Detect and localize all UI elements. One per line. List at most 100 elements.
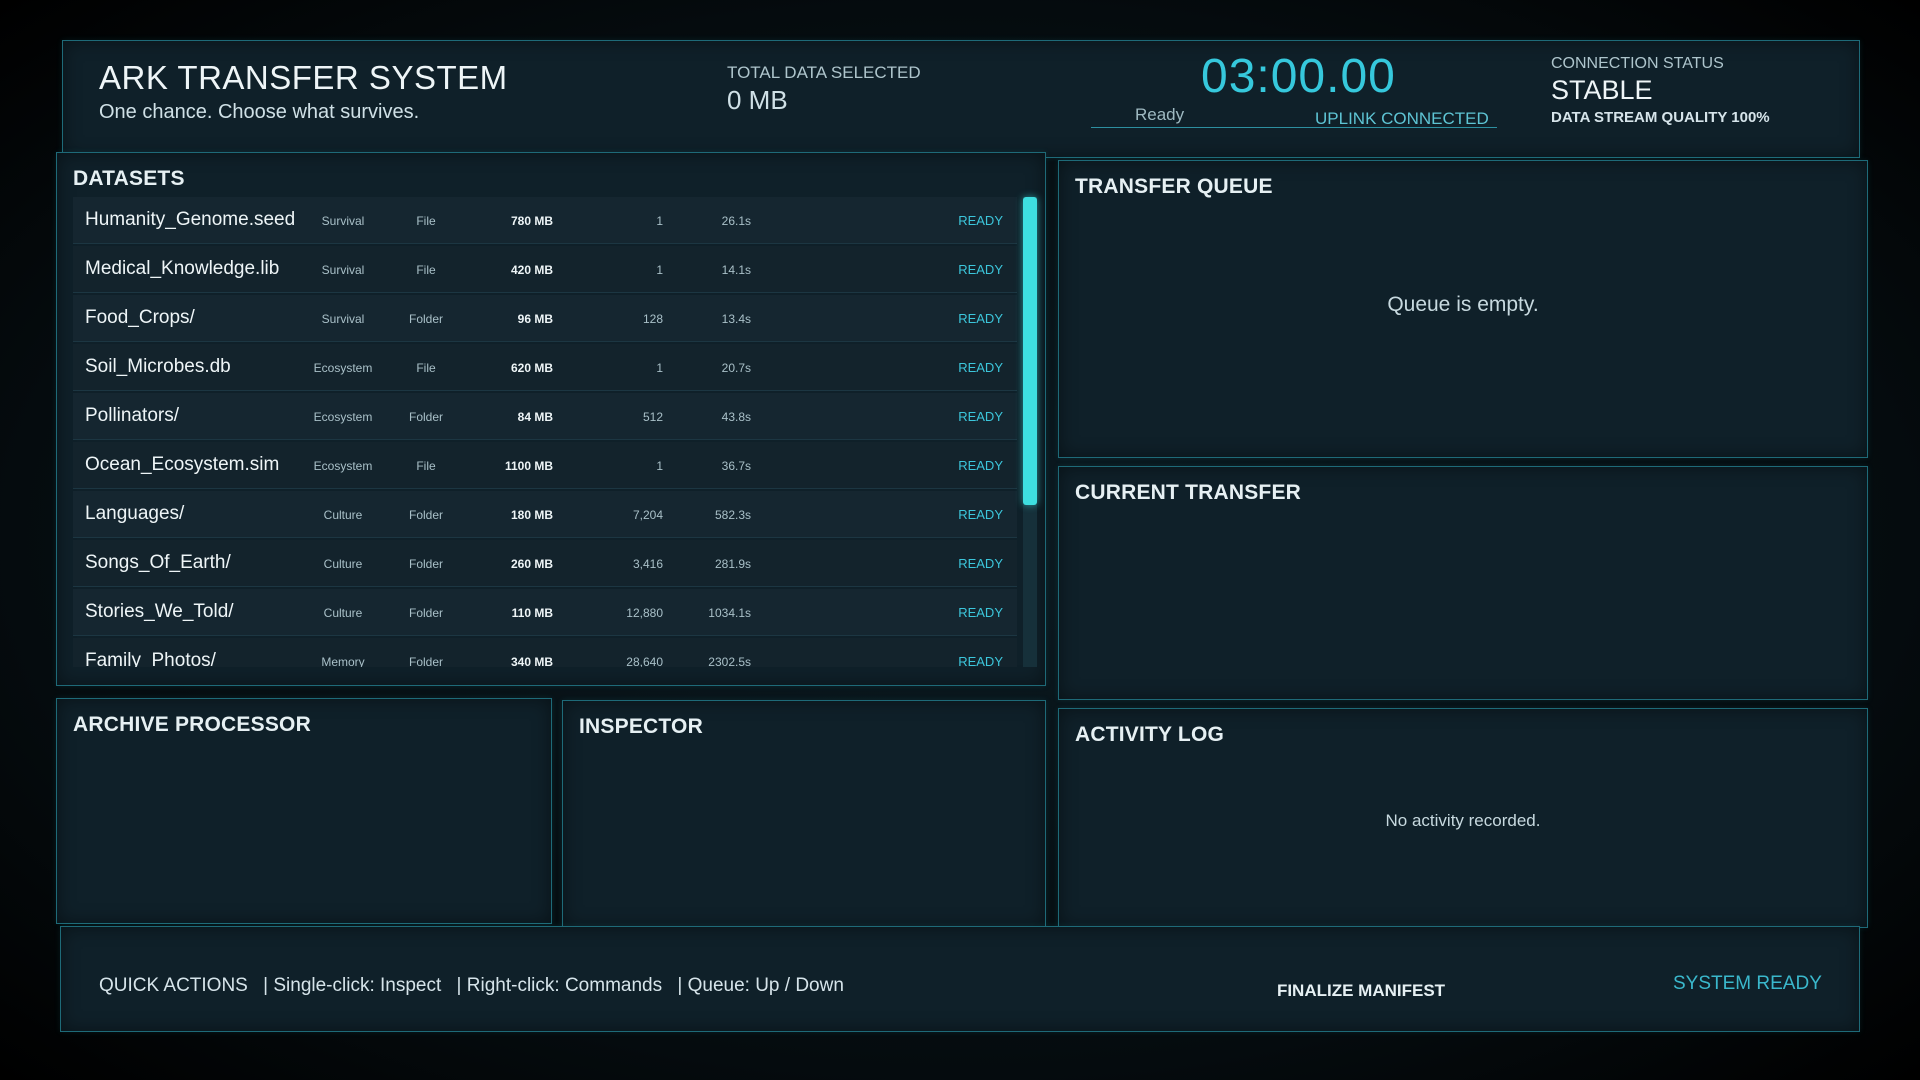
dataset-transfer-time: 2302.5s <box>708 655 751 667</box>
system-status: SYSTEM READY <box>1673 973 1822 994</box>
dataset-size: 1100 MB <box>504 459 553 473</box>
dataset-row[interactable]: Ocean_Ecosystem.sim Ecosystem File 1100 MB 1… <box>73 442 1017 489</box>
datasets-scrollbar-thumb[interactable] <box>1023 197 1037 505</box>
dataset-status: READY <box>958 458 1003 473</box>
dataset-row[interactable]: Pollinators/Ecosystem Folder 84 MB 512 43.8s… <box>73 393 1017 440</box>
dataset-transfer-time: 26.1s <box>721 214 751 228</box>
dataset-category: Culture <box>323 557 363 571</box>
dataset-name: Languages/ <box>85 503 185 524</box>
dataset-size: 340 MB <box>510 655 553 667</box>
dataset-size: 96 MB <box>517 312 553 326</box>
dataset-type: Folder <box>408 557 443 571</box>
dataset-category: Culture <box>323 606 363 620</box>
dataset-status: READY <box>958 556 1003 571</box>
dataset-name: Songs_Of_Earth/ <box>85 552 231 573</box>
transfer-queue-panel: TRANSFER QUEUE Queue is empty. <box>1058 160 1868 458</box>
datasets-list: Humanity_Genome.seed Survival File 780 MB 1 2… <box>73 197 1017 667</box>
dataset-type: File <box>416 263 436 277</box>
dataset-type: Folder <box>408 606 443 620</box>
dataset-item-count: 512 <box>642 410 663 424</box>
dataset-size: 620 MB <box>510 361 553 375</box>
dataset-row[interactable]: Stories_We_Told/Culture Folder 110 MB 12,88… <box>73 589 1017 636</box>
dataset-item-count: 1 <box>656 361 663 375</box>
dataset-status: READY <box>958 360 1003 375</box>
datasets-panel: DATASETS Humanity_Genome.seed Survival Fil… <box>56 152 1046 686</box>
total-data-value: 0 MB <box>727 85 788 115</box>
dataset-type: File <box>416 214 436 228</box>
dataset-status: READY <box>958 311 1003 326</box>
finalize-manifest-button[interactable]: FINALIZE MANIFEST <box>1181 971 1541 1011</box>
dataset-row[interactable]: Humanity_Genome.seed Survival File 780 MB 1 2… <box>73 197 1017 244</box>
dataset-name: Humanity_Genome.seed <box>85 209 296 230</box>
dataset-transfer-time: 582.3s <box>714 508 751 522</box>
dataset-transfer-time: 14.1s <box>721 263 751 277</box>
screen: ARK TRANSFER SYSTEM One chance. Choose w… <box>0 0 1920 1080</box>
activity-empty-message: No activity recorded. <box>1385 811 1541 830</box>
connection-status-label: CONNECTION STATUS <box>1551 55 1724 72</box>
dataset-category: Ecosystem <box>313 459 373 473</box>
dataset-item-count: 128 <box>642 312 663 326</box>
dataset-size: 260 MB <box>510 557 553 571</box>
dataset-item-count: 28,640 <box>626 655 663 667</box>
archive-processor-panel: ARCHIVE PROCESSOR <box>56 698 552 924</box>
dataset-status: READY <box>958 654 1003 667</box>
dataset-item-count: 1 <box>656 459 663 473</box>
dataset-status: READY <box>958 262 1003 277</box>
dataset-category: Memory <box>321 655 365 667</box>
dataset-name: Food_Crops/ <box>85 307 195 328</box>
datasets-title: DATASETS <box>73 167 185 190</box>
transfer-queue-title: TRANSFER QUEUE <box>1075 175 1273 198</box>
current-transfer-title: CURRENT TRANSFER <box>1075 481 1302 504</box>
dataset-row[interactable]: Songs_Of_Earth/Culture Folder 260 MB 3,416 2… <box>73 540 1017 587</box>
dataset-item-count: 1 <box>656 263 663 277</box>
hint-commands: Right-click: Commands <box>466 975 663 996</box>
app-title: ARK TRANSFER SYSTEM <box>99 59 508 96</box>
quick-actions-label: QUICK ACTIONS <box>99 975 248 996</box>
dataset-status: READY <box>958 409 1003 424</box>
dataset-category: Survival <box>321 214 365 228</box>
dataset-transfer-time: 36.7s <box>721 459 751 473</box>
data-stream-quality: DATA STREAM QUALITY 100% <box>1551 109 1770 126</box>
dataset-row[interactable]: Medical_Knowledge.lib Survival File 420 MB 1… <box>73 246 1017 293</box>
quick-actions: QUICK ACTIONS | Single-click: Inspect | … <box>99 975 844 997</box>
dataset-status: READY <box>958 213 1003 228</box>
inspector-panel: INSPECTOR <box>562 700 1046 928</box>
dataset-name: Stories_We_Told/ <box>85 601 234 622</box>
dataset-type: Folder <box>408 312 443 326</box>
dataset-category: Culture <box>323 508 363 522</box>
dataset-name: Medical_Knowledge.lib <box>85 258 280 279</box>
activity-log-title: ACTIVITY LOG <box>1075 723 1225 746</box>
dataset-name: Ocean_Ecosystem.sim <box>85 454 280 475</box>
activity-log-panel: ACTIVITY LOG No activity recorded. <box>1058 708 1868 928</box>
footer-panel: QUICK ACTIONS | Single-click: Inspect | … <box>60 926 1860 1032</box>
archive-processor-title: ARCHIVE PROCESSOR <box>73 713 311 736</box>
dataset-size: 780 MB <box>510 214 553 228</box>
dataset-row[interactable]: Food_Crops/Survival Folder 96 MB 128 13.4s RE… <box>73 295 1017 342</box>
dataset-name: Family_Photos/ <box>85 650 216 667</box>
dataset-category: Survival <box>321 312 365 326</box>
separator: | <box>263 975 269 996</box>
dataset-category: Ecosystem <box>313 361 373 375</box>
connection-status-value: STABLE <box>1551 75 1653 105</box>
header-panel: ARK TRANSFER SYSTEM One chance. Choose w… <box>62 40 1860 158</box>
dataset-name: Soil_Microbes.db <box>85 356 231 377</box>
dataset-transfer-time: 281.9s <box>714 557 751 571</box>
dataset-size: 180 MB <box>510 508 553 522</box>
dataset-row[interactable]: Family_Photos/Memory Folder 340 MB 28,640 23… <box>73 638 1017 667</box>
dataset-type: File <box>416 361 436 375</box>
total-data-label: TOTAL DATA SELECTED <box>727 63 921 82</box>
dataset-row[interactable]: Soil_Microbes.db Ecosystem File 620 MB 1 20.7… <box>73 344 1017 391</box>
dataset-item-count: 12,880 <box>626 606 663 620</box>
dataset-type: Folder <box>408 508 443 522</box>
separator: | <box>456 975 462 996</box>
dataset-row[interactable]: Languages/Culture Folder 180 MB 7,204 582.3s… <box>73 491 1017 538</box>
dataset-status: READY <box>958 507 1003 522</box>
dataset-type: Folder <box>408 655 443 667</box>
dataset-item-count: 1 <box>656 214 663 228</box>
dataset-size: 110 MB <box>511 606 553 620</box>
dataset-category: Ecosystem <box>313 410 373 424</box>
dataset-name: Pollinators/ <box>85 405 179 426</box>
hint-inspect: Single-click: Inspect <box>273 975 442 996</box>
dataset-type: Folder <box>408 410 443 424</box>
status-text: Ready <box>1135 105 1185 124</box>
